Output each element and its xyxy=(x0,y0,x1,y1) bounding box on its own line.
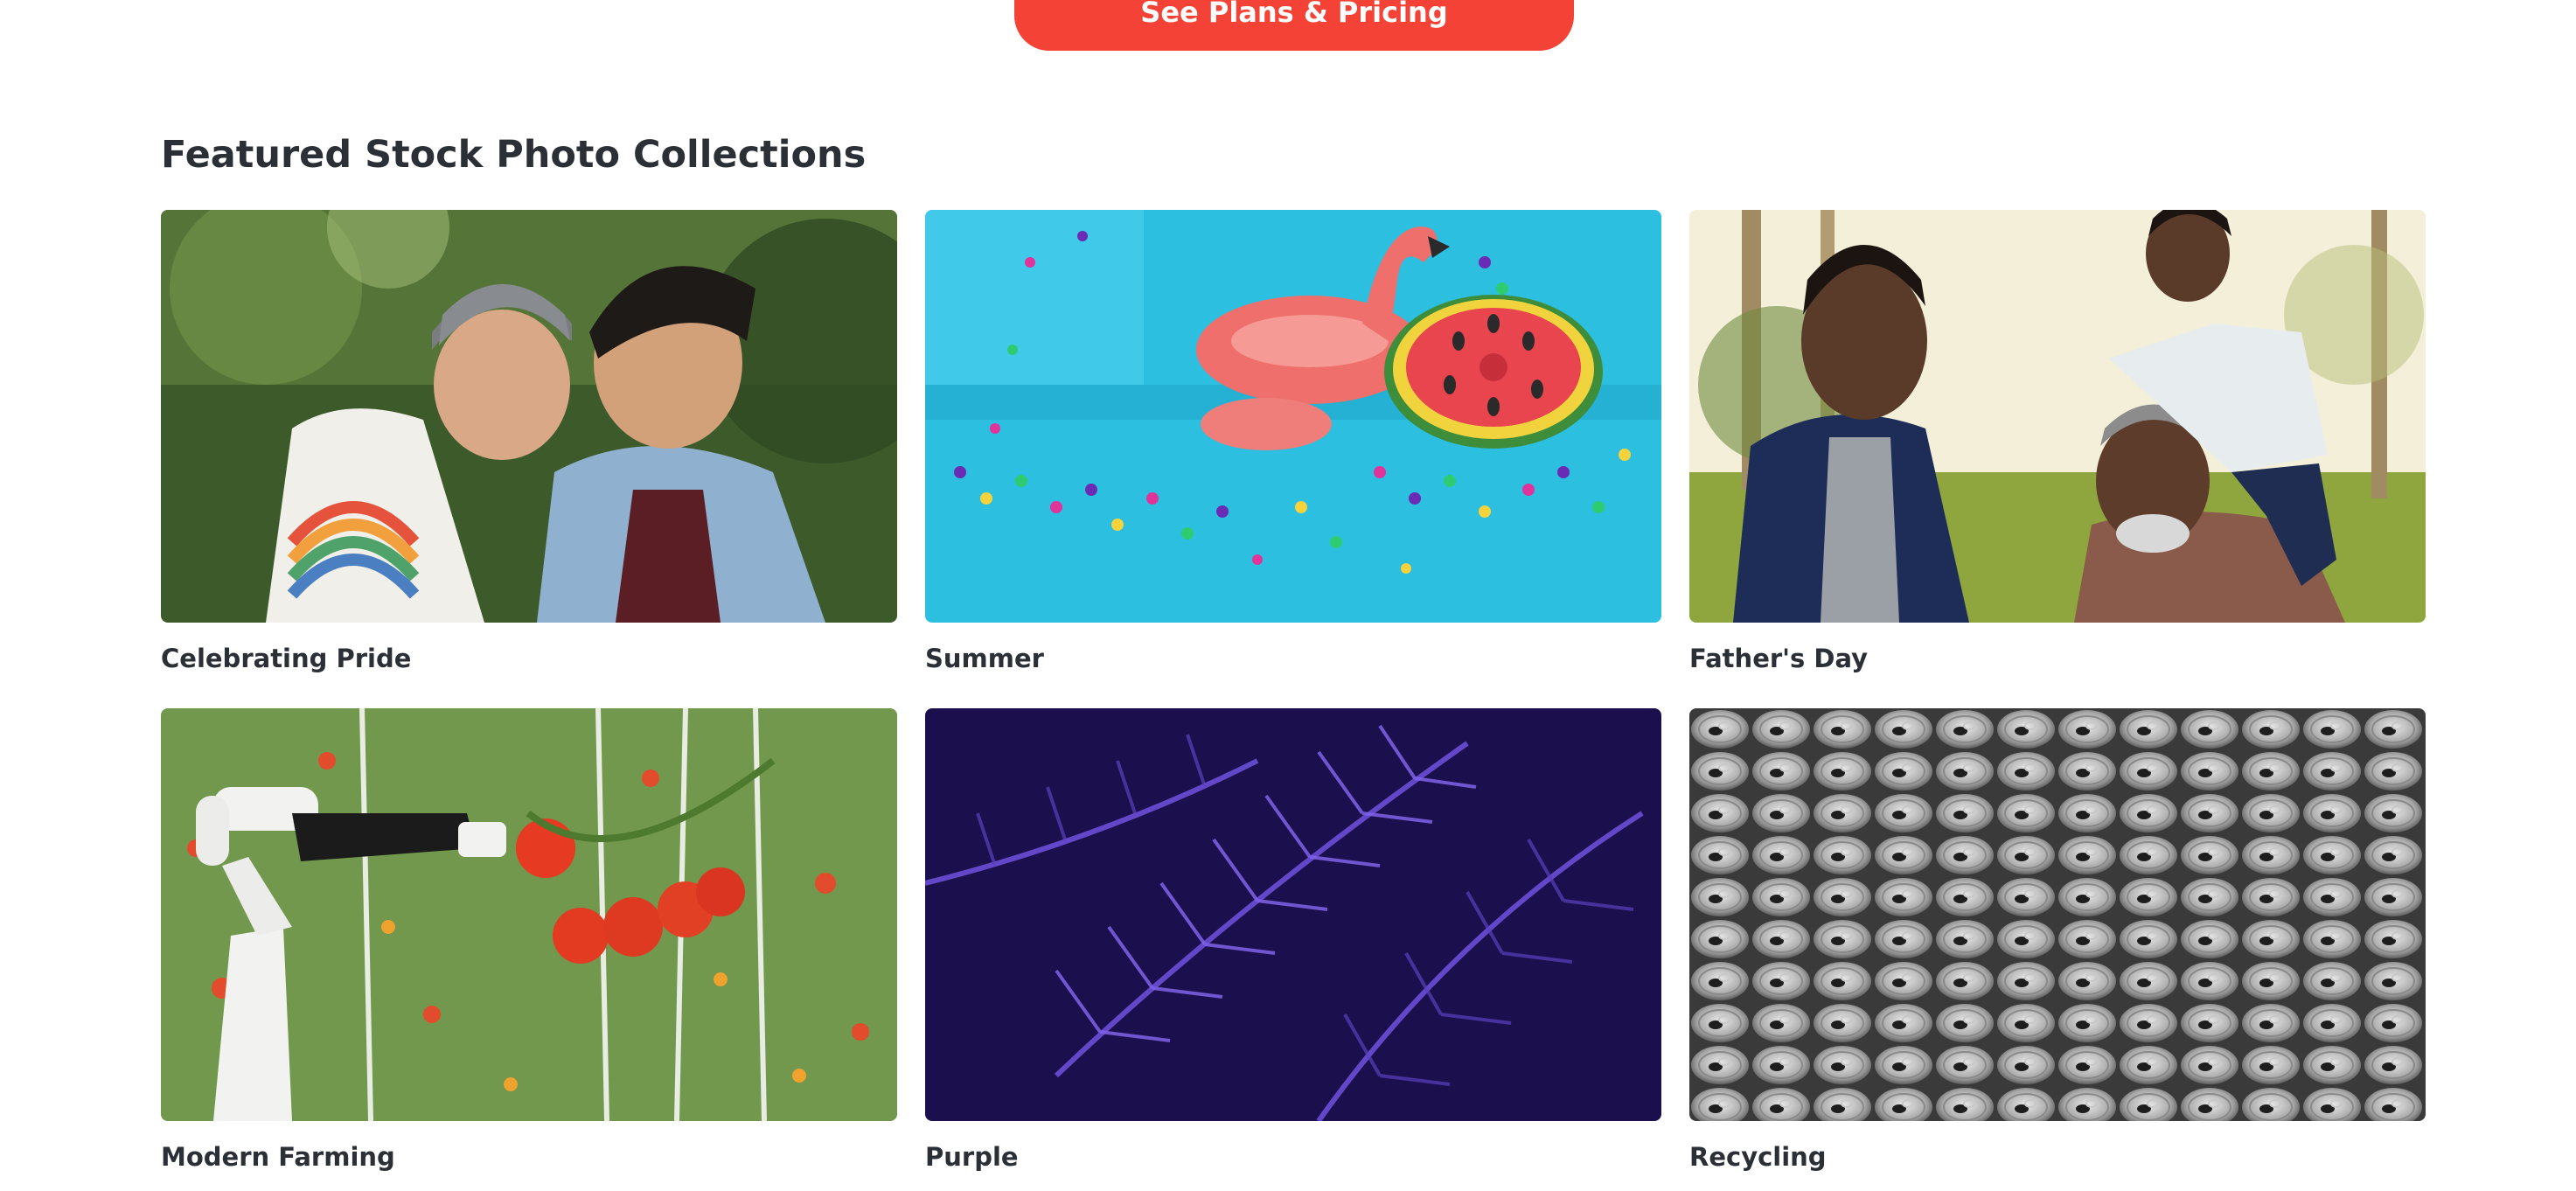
collection-card-summer[interactable]: Summer xyxy=(925,210,1661,673)
collection-title[interactable]: Father's Day xyxy=(1689,644,2426,673)
aluminum-cans-photo[interactable] xyxy=(1689,708,2426,1121)
section-title: Featured Stock Photo Collections xyxy=(161,133,867,177)
see-plans-pricing-button[interactable]: See Plans & Pricing xyxy=(1014,0,1574,51)
purple-fern-photo[interactable] xyxy=(925,708,1661,1121)
robot-arm-tomatoes-photo[interactable] xyxy=(161,708,897,1121)
couple-embracing-photo[interactable] xyxy=(161,210,897,623)
collection-card-purple[interactable]: Purple xyxy=(925,708,1661,1172)
collection-card-celebrating-pride[interactable]: Celebrating Pride xyxy=(161,210,897,673)
collection-title[interactable]: Summer xyxy=(925,644,1661,673)
father-son-grandfather-photo[interactable] xyxy=(1689,210,2426,623)
collection-card-modern-farming[interactable]: Modern Farming xyxy=(161,708,897,1172)
pool-floaties-photo[interactable] xyxy=(925,210,1661,623)
collection-title[interactable]: Modern Farming xyxy=(161,1142,897,1172)
collection-title[interactable]: Celebrating Pride xyxy=(161,644,897,673)
collection-title[interactable]: Recycling xyxy=(1689,1142,2426,1172)
collection-title[interactable]: Purple xyxy=(925,1142,1661,1172)
collection-card-fathers-day[interactable]: Father's Day xyxy=(1689,210,2426,673)
collection-card-recycling[interactable]: Recycling xyxy=(1689,708,2426,1172)
